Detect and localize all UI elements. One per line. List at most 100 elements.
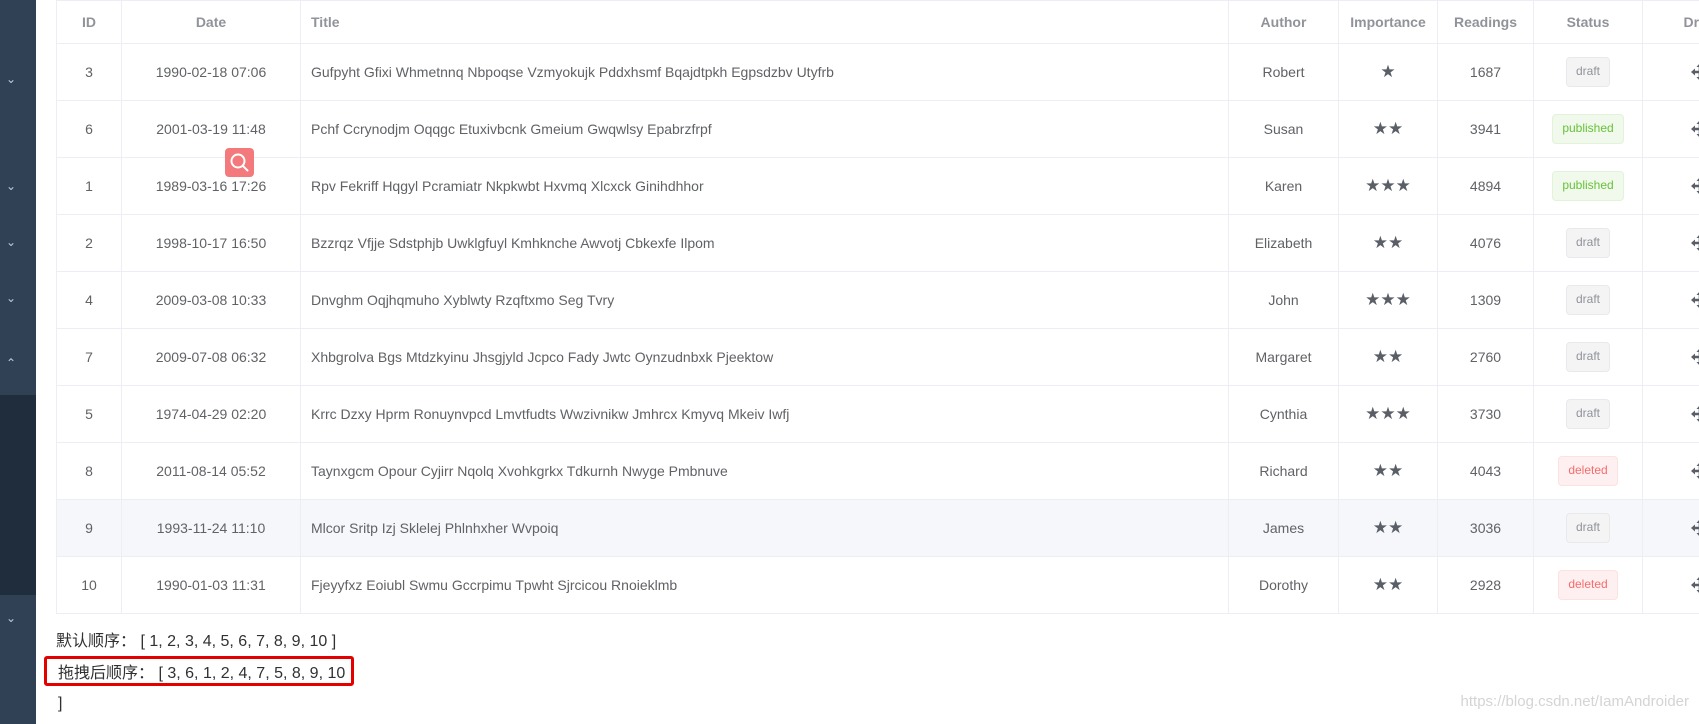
- drag-handle[interactable]: [1690, 519, 1699, 537]
- drag-handle[interactable]: [1690, 234, 1699, 252]
- header-status[interactable]: Status: [1533, 0, 1643, 44]
- header-id[interactable]: ID: [56, 0, 122, 44]
- search-button[interactable]: [225, 148, 254, 177]
- cell-id: 5: [56, 385, 122, 443]
- watermark: https://blog.csdn.net/IamAndroider: [1460, 693, 1689, 710]
- cell-drag[interactable]: [1642, 43, 1699, 101]
- header-readings[interactable]: Readings: [1437, 0, 1534, 44]
- cell-author: Elizabeth: [1228, 214, 1339, 272]
- star-icon: ★: [1365, 290, 1381, 309]
- cell-id: 7: [56, 328, 122, 386]
- drag-handle[interactable]: [1690, 177, 1699, 195]
- table-row[interactable]: 10 1990-01-03 11:31 Fjeyyfxz Eoiubl Swmu G…: [56, 556, 1699, 614]
- chevron-down-icon[interactable]: ⌄: [5, 73, 17, 85]
- sidebar-submenu: [0, 395, 36, 595]
- cell-status: draft: [1533, 385, 1643, 443]
- cell-drag[interactable]: [1642, 442, 1699, 500]
- table-row[interactable]: 3 1990-02-18 07:06 Gufpyht Gfixi Whmetnnq …: [56, 43, 1699, 101]
- cell-readings: 1309: [1437, 271, 1534, 329]
- chevron-down-icon[interactable]: ⌄: [5, 292, 17, 304]
- cell-importance: ★★★: [1338, 157, 1438, 215]
- star-icon: ★: [1388, 461, 1404, 480]
- cell-drag[interactable]: [1642, 271, 1699, 329]
- cell-drag[interactable]: [1642, 556, 1699, 614]
- cell-importance: ★★: [1338, 499, 1438, 557]
- drag-handle[interactable]: [1690, 348, 1699, 366]
- cell-importance: ★★: [1338, 214, 1438, 272]
- header-importance[interactable]: Importance: [1338, 0, 1438, 44]
- header-date[interactable]: Date: [121, 0, 301, 44]
- cell-drag[interactable]: [1642, 499, 1699, 557]
- table-row[interactable]: 7 2009-07-08 06:32 Xhbgrolva Bgs Mtdzkyinu…: [56, 328, 1699, 386]
- table-row[interactable]: 2 1998-10-17 16:50 Bzzrqz Vfjje Sdstphjb U…: [56, 214, 1699, 272]
- cell-readings: 2928: [1437, 556, 1534, 614]
- cell-status: draft: [1533, 328, 1643, 386]
- star-icon: ★: [1372, 575, 1388, 594]
- cell-id: 3: [56, 43, 122, 101]
- cell-id: 4: [56, 271, 122, 329]
- cell-id: 9: [56, 499, 122, 557]
- status-badge: deleted: [1558, 456, 1618, 486]
- star-icon: ★: [1395, 290, 1411, 309]
- cell-date: 1998-10-17 16:50: [121, 214, 301, 272]
- drag-handle[interactable]: [1690, 120, 1699, 138]
- cell-title: Pchf Ccrynodjm Oqqgc Etuxivbcnk Gmeium G…: [300, 100, 1229, 158]
- cell-id: 6: [56, 100, 122, 158]
- cell-title: Mlcor Sritp Izj Sklelej Phlnhxher Wvpoiq: [300, 499, 1229, 557]
- table-row[interactable]: 1 1989-03-16 17:26 Rpv Fekriff Hqgyl Pcram…: [56, 157, 1699, 215]
- status-badge: draft: [1565, 57, 1610, 87]
- cell-date: 1974-04-29 02:20: [121, 385, 301, 443]
- cell-drag[interactable]: [1642, 100, 1699, 158]
- cell-drag[interactable]: [1642, 157, 1699, 215]
- header-author[interactable]: Author: [1228, 0, 1339, 44]
- cell-author: Margaret: [1228, 328, 1339, 386]
- status-badge: draft: [1565, 399, 1610, 429]
- table-row[interactable]: 9 1993-11-24 11:10 Mlcor Sritp Izj Sklelej…: [56, 499, 1699, 557]
- chevron-down-icon[interactable]: ⌄: [5, 180, 17, 192]
- cell-status: deleted: [1533, 442, 1643, 500]
- table-row[interactable]: 4 2009-03-08 10:33 Dnvghm Oqjhqmuho Xyblwt…: [56, 271, 1699, 329]
- cell-title: Fjeyyfxz Eoiubl Swmu Gccrpimu Tpwht Sjrc…: [300, 556, 1229, 614]
- status-badge: published: [1552, 171, 1624, 201]
- move-arrows-icon: [1690, 234, 1699, 252]
- cell-readings: 1687: [1437, 43, 1534, 101]
- move-arrows-icon: [1690, 519, 1699, 537]
- default-order-value: [ 1, 2, 3, 4, 5, 6, 7, 8, 9, 10 ]: [140, 633, 337, 650]
- chevron-down-icon[interactable]: ⌄: [5, 236, 17, 248]
- star-icon: ★: [1388, 518, 1404, 537]
- table-row[interactable]: 6 2001-03-19 11:48 Pchf Ccrynodjm Oqqgc Et…: [56, 100, 1699, 158]
- drag-handle[interactable]: [1690, 405, 1699, 423]
- cell-readings: 3730: [1437, 385, 1534, 443]
- cell-drag[interactable]: [1642, 214, 1699, 272]
- star-icon: ★: [1372, 518, 1388, 537]
- cell-drag[interactable]: [1642, 385, 1699, 443]
- drag-handle[interactable]: [1690, 291, 1699, 309]
- drag-handle[interactable]: [1690, 576, 1699, 594]
- cell-importance: ★★: [1338, 100, 1438, 158]
- drag-handle[interactable]: [1690, 63, 1699, 81]
- star-icon: ★: [1388, 347, 1404, 366]
- cell-date: 2011-08-14 05:52: [121, 442, 301, 500]
- cell-author: James: [1228, 499, 1339, 557]
- chevron-up-icon[interactable]: ⌃: [5, 357, 17, 369]
- cell-author: Dorothy: [1228, 556, 1339, 614]
- chevron-down-icon[interactable]: ⌄: [5, 612, 17, 624]
- dragged-order-highlight: 拖拽后顺序： [ 3, 6, 1, 2, 4, 7, 5, 8, 9, 10 ]: [44, 656, 354, 712]
- table-row[interactable]: 8 2011-08-14 05:52 Taynxgcm Opour Cyjirr N…: [56, 442, 1699, 500]
- drag-handle[interactable]: [1690, 462, 1699, 480]
- header-drag[interactable]: Drag: [1642, 0, 1699, 44]
- cell-date: 2009-03-08 10:33: [121, 271, 301, 329]
- star-icon: ★: [1380, 404, 1396, 423]
- table-row[interactable]: 5 1974-04-29 02:20 Krrc Dzxy Hprm Ronuynvp…: [56, 385, 1699, 443]
- drag-table: ID Date Title Author Importance Readings…: [56, 0, 1699, 614]
- cell-readings: 2760: [1437, 328, 1534, 386]
- star-icon: ★: [1372, 233, 1388, 252]
- cell-status: published: [1533, 157, 1643, 215]
- cell-status: deleted: [1533, 556, 1643, 614]
- cell-drag[interactable]: [1642, 328, 1699, 386]
- star-icon: ★: [1372, 119, 1388, 138]
- header-title[interactable]: Title: [300, 0, 1229, 44]
- cell-title: Gufpyht Gfixi Whmetnnq Nbpoqse Vzmyokujk…: [300, 43, 1229, 101]
- cell-date: 1990-01-03 11:31: [121, 556, 301, 614]
- cell-status: draft: [1533, 499, 1643, 557]
